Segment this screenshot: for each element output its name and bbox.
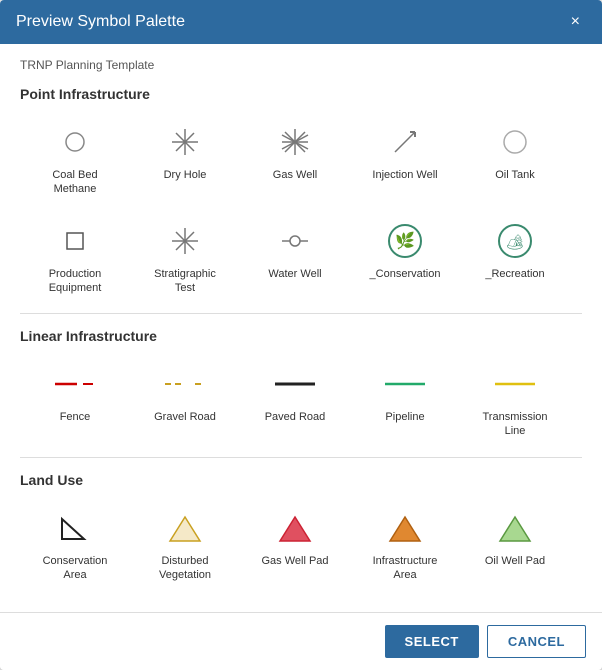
symbol-injection-well: Injection Well [350, 114, 460, 205]
dialog-title: Preview Symbol Palette [16, 13, 185, 31]
cbm-svg [60, 127, 90, 157]
oil-tank-label: Oil Tank [495, 168, 535, 182]
symbol-dry-hole: Dry Hole [130, 114, 240, 205]
symbol-stratigraphic-test: StratigraphicTest [130, 213, 240, 304]
gas-well-icon [275, 122, 315, 162]
water-well-svg [280, 226, 310, 256]
gas-well-pad-label: Gas Well Pad [261, 554, 328, 568]
symbol-conservation-area: ConservationArea [20, 500, 130, 591]
oil-tank-svg [500, 127, 530, 157]
cancel-button[interactable]: CANCEL [487, 625, 586, 658]
symbol-gas-well: Gas Well [240, 114, 350, 205]
recreation-svg: 🏕 [496, 222, 534, 260]
dialog-header: Preview Symbol Palette × [0, 0, 602, 44]
water-well-label: Water Well [268, 267, 321, 281]
stratigraphic-test-label: StratigraphicTest [154, 267, 216, 296]
fence-label: Fence [60, 410, 91, 424]
oil-well-pad-icon [495, 508, 535, 548]
injection-well-svg [390, 127, 420, 157]
divider-2 [20, 457, 582, 458]
stratigraphic-test-icon [165, 221, 205, 261]
gas-well-pad-icon [275, 508, 315, 548]
gravel-road-svg [165, 374, 205, 394]
infrastructure-area-label: InfrastructureArea [373, 554, 438, 583]
symbol-fence: Fence [20, 356, 130, 447]
symbol-conservation-point: 🌿 _Conservation [350, 213, 460, 304]
landuse-symbol-grid: ConservationArea DisturbedVegetation Gas… [20, 500, 582, 591]
close-button[interactable]: × [565, 12, 586, 32]
gas-well-pad-svg [276, 511, 314, 545]
production-equipment-svg [60, 226, 90, 256]
conservation-area-label: ConservationArea [43, 554, 108, 583]
oil-well-pad-label: Oil Well Pad [485, 554, 545, 568]
oil-well-pad-svg [496, 511, 534, 545]
select-button[interactable]: SELECT [385, 625, 479, 658]
disturbed-veg-svg [166, 511, 204, 545]
section-title-linear: Linear Infrastructure [20, 328, 582, 344]
preview-symbol-palette-dialog: Preview Symbol Palette × TRNP Planning T… [0, 0, 602, 670]
symbol-gas-well-pad: Gas Well Pad [240, 500, 350, 591]
conservation-area-svg [56, 511, 94, 545]
transmission-line-label: TransmissionLine [483, 410, 548, 439]
injection-well-icon [385, 122, 425, 162]
symbol-disturbed-vegetation: DisturbedVegetation [130, 500, 240, 591]
conservation-area-icon [55, 508, 95, 548]
dry-hole-label: Dry Hole [164, 168, 207, 182]
recreation-point-icon: 🏕 [495, 221, 535, 261]
symbol-infrastructure-area: InfrastructureArea [350, 500, 460, 591]
dry-hole-svg [170, 127, 200, 157]
fence-svg [55, 374, 95, 394]
conservation-point-label: _Conservation [370, 267, 441, 281]
dry-hole-icon [165, 122, 205, 162]
disturbed-vegetation-icon [165, 508, 205, 548]
divider-1 [20, 313, 582, 314]
transmission-line-icon [495, 364, 535, 404]
production-equipment-icon [55, 221, 95, 261]
template-name: TRNP Planning Template [20, 58, 582, 72]
gas-well-label: Gas Well [273, 168, 317, 182]
production-equipment-label: ProductionEquipment [49, 267, 102, 296]
pipeline-svg [385, 374, 425, 394]
symbol-production-equipment: ProductionEquipment [20, 213, 130, 304]
symbol-recreation-point: 🏕 _Recreation [460, 213, 570, 304]
coal-bed-methane-label: Coal BedMethane [52, 168, 97, 197]
svg-text:🌿: 🌿 [395, 231, 415, 250]
gas-well-svg [280, 127, 310, 157]
recreation-point-label: _Recreation [485, 267, 544, 281]
symbol-gravel-road: Gravel Road [130, 356, 240, 447]
water-well-icon [275, 221, 315, 261]
paved-road-label: Paved Road [265, 410, 326, 424]
transmission-svg [495, 374, 535, 394]
coal-bed-methane-icon [55, 122, 95, 162]
injection-well-label: Injection Well [372, 168, 437, 182]
paved-road-icon [275, 364, 315, 404]
gravel-road-icon [165, 364, 205, 404]
symbol-paved-road: Paved Road [240, 356, 350, 447]
symbol-coal-bed-methane: Coal BedMethane [20, 114, 130, 205]
pipeline-label: Pipeline [385, 410, 424, 424]
symbol-oil-tank: Oil Tank [460, 114, 570, 205]
dialog-footer: SELECT CANCEL [0, 612, 602, 670]
symbol-pipeline: Pipeline [350, 356, 460, 447]
pipeline-icon [385, 364, 425, 404]
paved-road-svg [275, 374, 315, 394]
point-symbol-grid: Coal BedMethane Dry Hole [20, 114, 582, 303]
dialog-body: TRNP Planning Template Point Infrastruct… [0, 44, 602, 612]
symbol-water-well: Water Well [240, 213, 350, 304]
svg-text:🏕: 🏕 [505, 234, 524, 251]
fence-line-icon [55, 364, 95, 404]
infra-area-svg [386, 511, 424, 545]
section-title-point: Point Infrastructure [20, 86, 582, 102]
infrastructure-area-icon [385, 508, 425, 548]
symbol-oil-well-pad: Oil Well Pad [460, 500, 570, 591]
disturbed-vegetation-label: DisturbedVegetation [159, 554, 211, 583]
symbol-transmission-line: TransmissionLine [460, 356, 570, 447]
conservation-point-icon: 🌿 [385, 221, 425, 261]
stratigraphic-test-svg [170, 226, 200, 256]
linear-symbol-grid: Fence Gravel Road Paved Road [20, 356, 582, 447]
gravel-road-label: Gravel Road [154, 410, 216, 424]
conservation-svg: 🌿 [386, 222, 424, 260]
section-title-landuse: Land Use [20, 472, 582, 488]
oil-tank-icon [495, 122, 535, 162]
